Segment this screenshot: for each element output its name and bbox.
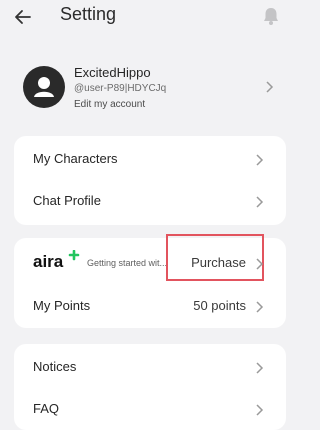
profile-section[interactable]: ExcitedHippo @user-P89|HDYCJq Edit my ac… xyxy=(0,58,296,120)
chevron-right-icon xyxy=(256,403,264,421)
aira-plus-item[interactable]: aira Getting started wit... Purchase xyxy=(14,234,286,288)
edit-account-link[interactable]: Edit my account xyxy=(74,99,145,110)
my-points-label: My Points xyxy=(33,298,91,313)
avatar xyxy=(23,66,65,108)
top-bar: Setting xyxy=(0,0,296,34)
chevron-right-icon xyxy=(256,195,264,213)
points-value: 50 points xyxy=(193,298,246,313)
chevron-right-icon xyxy=(266,80,274,98)
person-icon xyxy=(34,77,54,97)
page-title: Setting xyxy=(60,4,117,24)
chevron-right-icon xyxy=(256,361,264,379)
faq-item[interactable]: FAQ xyxy=(14,389,286,429)
menu-card-info: Notices FAQ xyxy=(14,344,286,430)
my-points-item[interactable]: My Points 50 points xyxy=(14,286,286,326)
my-characters-label: My Characters xyxy=(33,151,118,166)
chat-profile-label: Chat Profile xyxy=(33,193,101,208)
aira-plus-logo: aira xyxy=(33,249,81,271)
arrow-left-icon[interactable] xyxy=(12,6,34,28)
chat-profile-item[interactable]: Chat Profile xyxy=(14,181,286,221)
notices-label: Notices xyxy=(33,359,77,374)
menu-card-characters: My Characters Chat Profile xyxy=(14,136,286,225)
purchase-button[interactable]: Purchase xyxy=(191,255,246,270)
faq-label: FAQ xyxy=(33,401,60,416)
my-characters-item[interactable]: My Characters xyxy=(14,139,286,179)
chevron-right-icon xyxy=(256,257,264,275)
username: ExcitedHippo xyxy=(74,65,151,80)
user-id: @user-P89|HDYCJq xyxy=(74,83,167,94)
chevron-right-icon xyxy=(256,153,264,171)
svg-text:aira: aira xyxy=(33,252,64,270)
menu-card-points: aira Getting started wit... Purchase My … xyxy=(14,234,286,328)
chevron-right-icon xyxy=(256,300,264,318)
aira-description: Getting started wit... xyxy=(87,258,168,268)
notices-item[interactable]: Notices xyxy=(14,347,286,387)
bell-icon[interactable] xyxy=(260,5,282,27)
